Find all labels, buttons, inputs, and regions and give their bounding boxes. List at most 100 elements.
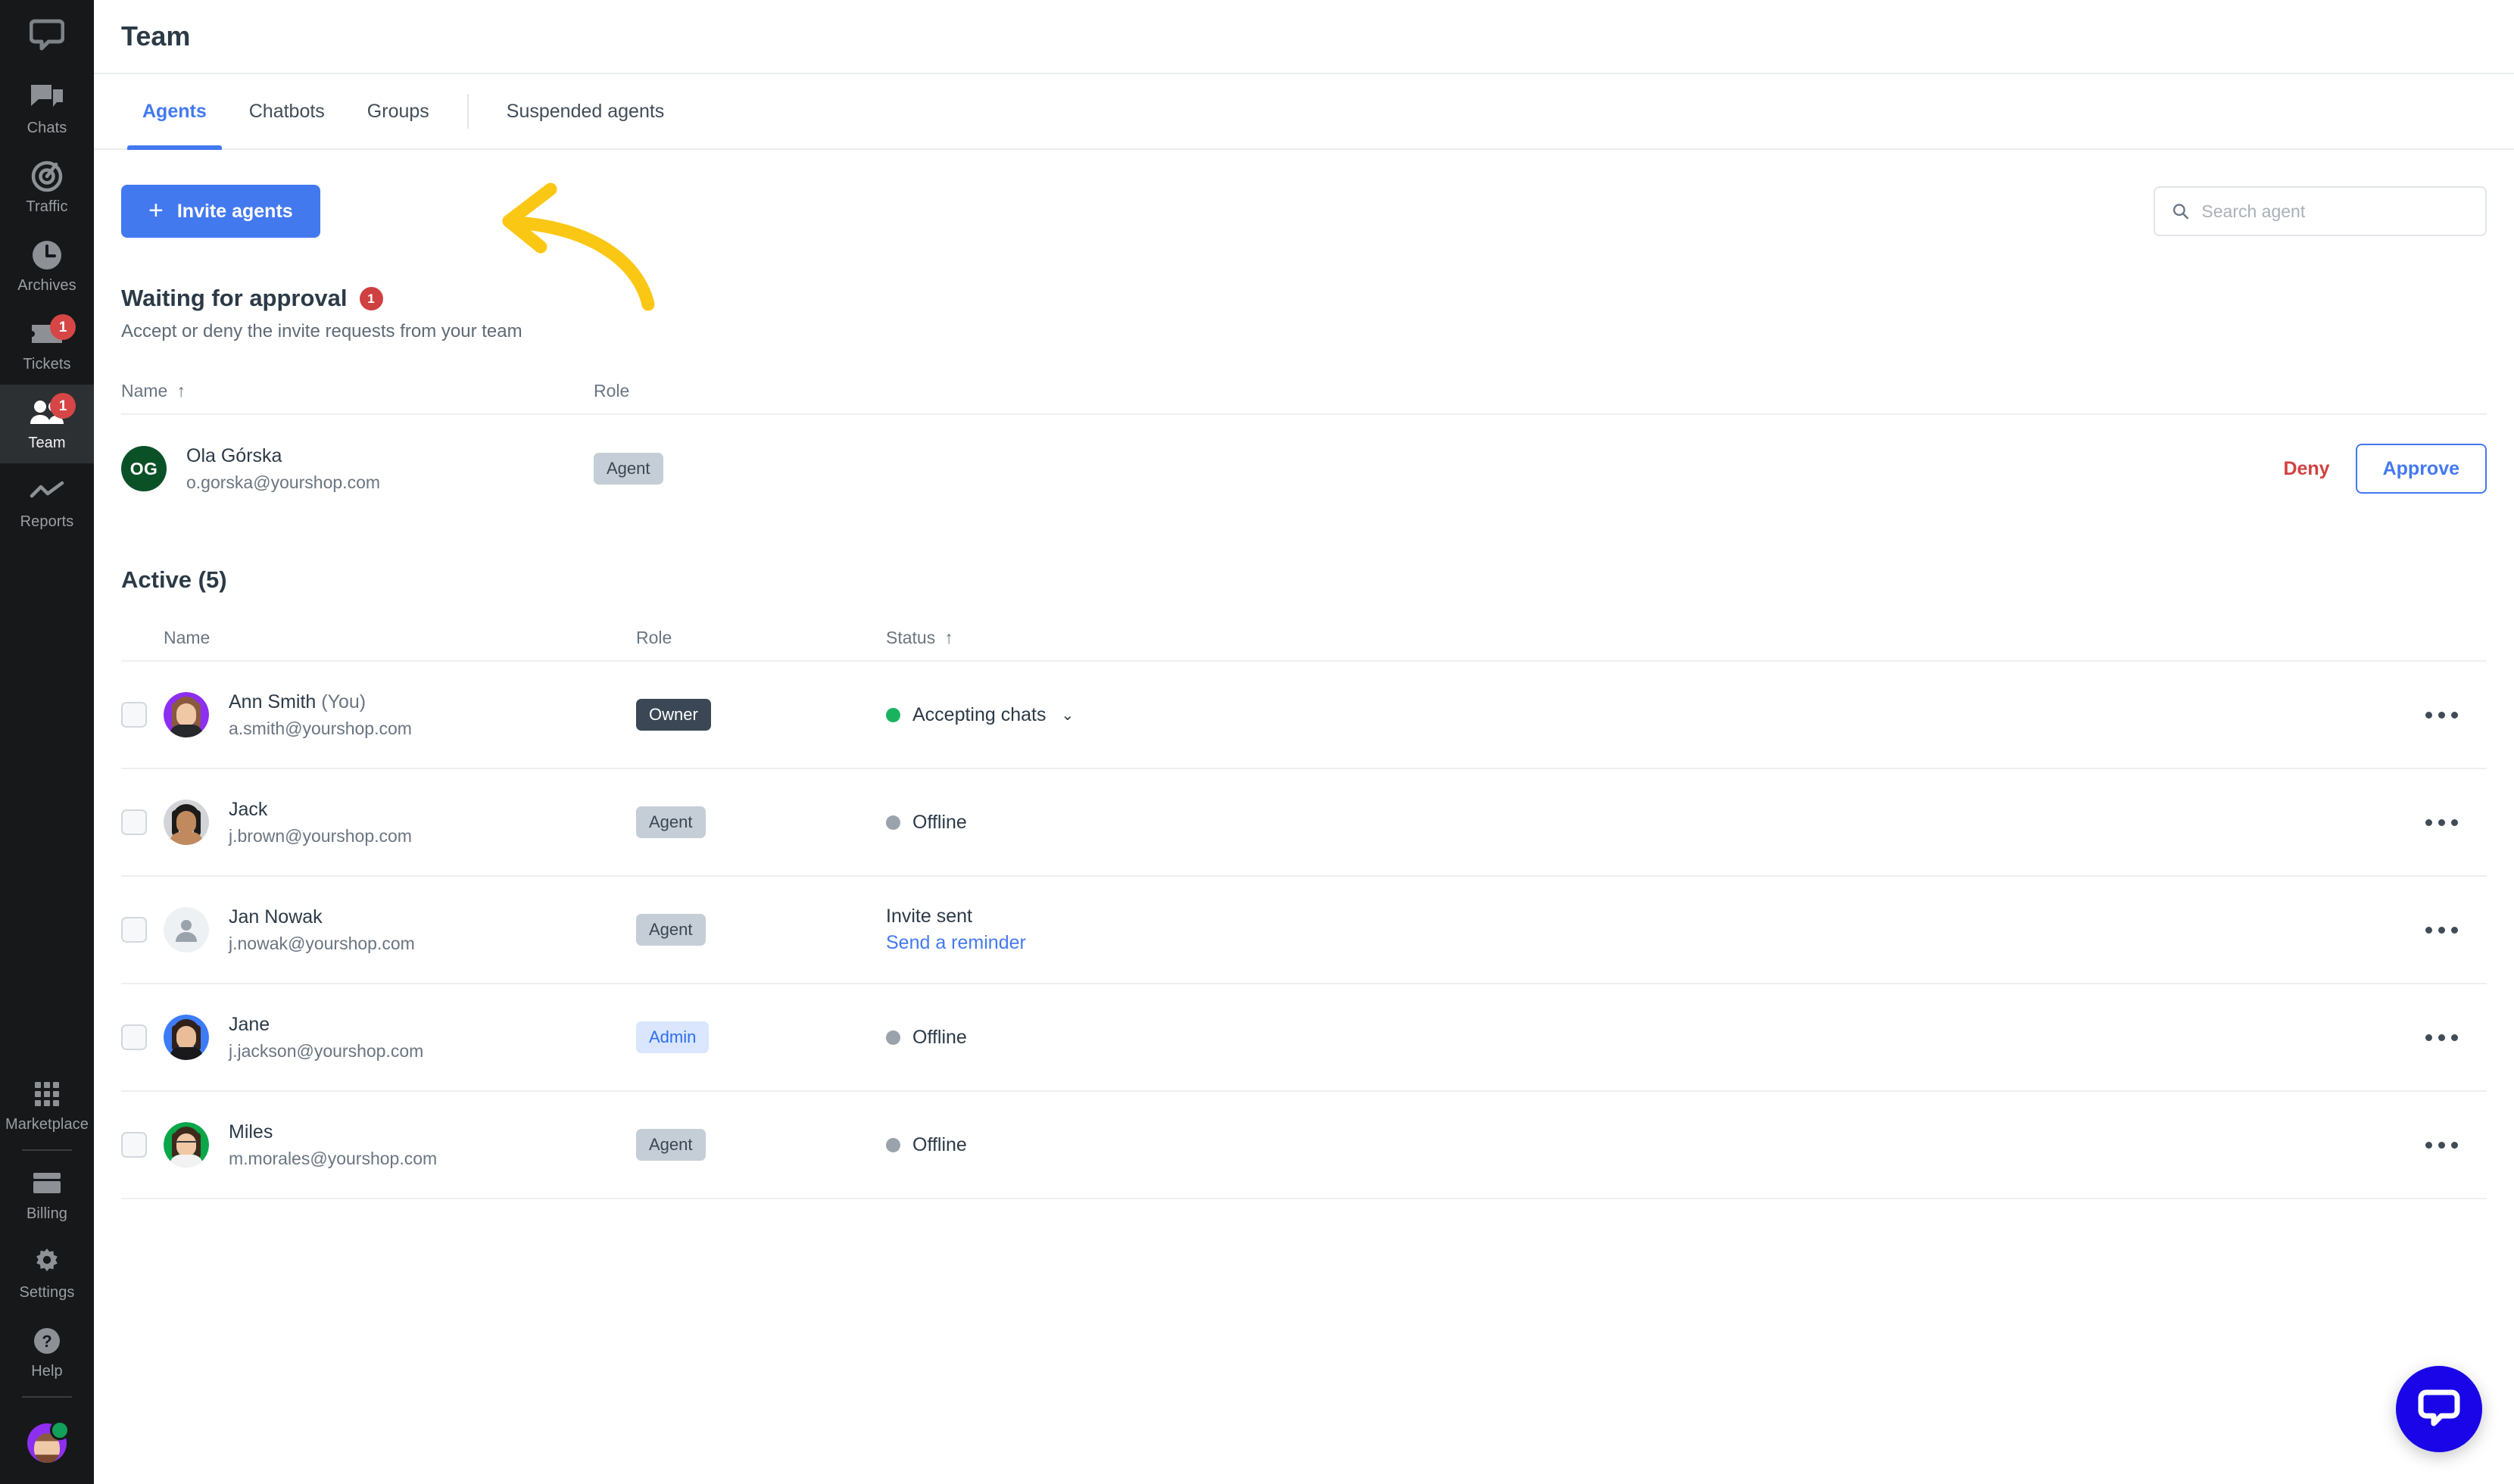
table-row: Jan Nowak j.nowak@yourshop.com Agent Inv… bbox=[121, 877, 2487, 984]
sidebar-item-label: Team bbox=[28, 435, 66, 451]
pending-col-name[interactable]: Name ↑ bbox=[121, 381, 186, 401]
agent-email: j.brown@yourshop.com bbox=[229, 825, 412, 846]
sidebar-item-reports[interactable]: Reports bbox=[0, 463, 94, 542]
row-checkbox[interactable] bbox=[121, 702, 147, 728]
sort-arrow-up-icon: ↑ bbox=[944, 627, 953, 647]
app-logo[interactable] bbox=[0, 0, 94, 70]
row-more-menu-button[interactable] bbox=[2415, 1131, 2469, 1159]
toolbar-row: + Invite agents bbox=[121, 150, 2487, 238]
pending-name-block: Ola Górska o.gorska@yourshop.com bbox=[186, 445, 380, 493]
tab-groups[interactable]: Groups bbox=[346, 74, 451, 148]
status-dropdown[interactable]: Accepting chats ⌄ bbox=[886, 704, 2396, 726]
pending-role-cell: Agent bbox=[594, 453, 844, 485]
main-area: Team Agents Chatbots Groups Suspended ag… bbox=[94, 0, 2514, 1484]
row-more-menu-button[interactable] bbox=[2415, 1024, 2469, 1052]
invite-agents-button[interactable]: + Invite agents bbox=[121, 185, 320, 238]
agent-name: Jack bbox=[229, 798, 268, 820]
archives-icon bbox=[29, 238, 65, 272]
pending-count-badge: 1 bbox=[359, 286, 383, 310]
agent-name: Jan Nowak bbox=[229, 906, 323, 928]
agent-name: Miles bbox=[229, 1121, 273, 1143]
sidebar-item-settings[interactable]: Settings bbox=[0, 1234, 94, 1313]
status-text-wrap: Offline bbox=[886, 1027, 2396, 1049]
row-checkbox[interactable] bbox=[121, 1024, 147, 1050]
avatar-placeholder bbox=[164, 907, 209, 952]
sidebar-user-avatar[interactable] bbox=[0, 1402, 94, 1484]
active-col-status[interactable]: Status ↑ bbox=[886, 628, 2396, 648]
sidebar-item-chats[interactable]: Chats bbox=[0, 70, 94, 148]
table-row: Jane j.jackson@yourshop.com Admin Offlin… bbox=[121, 984, 2487, 1092]
sidebar-item-team[interactable]: 1 Team bbox=[0, 385, 94, 463]
deny-button[interactable]: Deny bbox=[2266, 458, 2346, 480]
active-col-role-label: Role bbox=[636, 627, 672, 647]
avatar bbox=[164, 1122, 209, 1168]
sidebar-item-help[interactable]: ? Help bbox=[0, 1313, 94, 1392]
sidebar-item-tickets[interactable]: 1 Tickets bbox=[0, 306, 94, 385]
sidebar-item-traffic[interactable]: Traffic bbox=[0, 148, 94, 227]
status-dot-gray bbox=[886, 1030, 900, 1045]
row-checkbox[interactable] bbox=[121, 809, 147, 835]
glasses-icon bbox=[176, 1141, 197, 1147]
approve-button[interactable]: Approve bbox=[2355, 444, 2487, 494]
send-reminder-link[interactable]: Send a reminder bbox=[886, 932, 2396, 954]
team-icon: 1 bbox=[29, 393, 76, 429]
search-input[interactable] bbox=[2201, 201, 2469, 222]
pending-col-role: Role bbox=[594, 381, 844, 401]
status-online-dot bbox=[50, 1420, 70, 1440]
row-more-menu-button[interactable] bbox=[2415, 809, 2469, 837]
role-badge: Agent bbox=[636, 1129, 706, 1161]
table-row: Miles m.morales@yourshop.com Agent Offli… bbox=[121, 1092, 2487, 1199]
role-badge: Admin bbox=[636, 1021, 710, 1053]
pending-name: Ola Górska bbox=[186, 444, 282, 466]
active-col-name-label: Name bbox=[164, 627, 211, 647]
pending-table: Name ↑ Role OG Ola Górska o.gorska@yours… bbox=[121, 368, 2487, 522]
tab-chatbots[interactable]: Chatbots bbox=[228, 74, 346, 148]
row-checkbox[interactable] bbox=[121, 1132, 147, 1158]
chat-bubble-icon bbox=[2418, 1389, 2460, 1426]
sidebar-item-billing[interactable]: Billing bbox=[0, 1155, 94, 1234]
active-table-header: Name Role Status ↑ bbox=[121, 615, 2487, 662]
help-question-icon: ? bbox=[29, 1324, 65, 1358]
sidebar-item-label: Chats bbox=[27, 120, 67, 136]
person-icon bbox=[176, 920, 197, 942]
status-dot-gray bbox=[886, 815, 900, 830]
pending-col-role-label: Role bbox=[594, 380, 630, 401]
left-sidebar: Chats Traffic Archives 1 Tickets 1 Team … bbox=[0, 0, 94, 1484]
billing-icon bbox=[29, 1167, 65, 1200]
traffic-icon bbox=[29, 160, 65, 193]
avatar bbox=[164, 800, 209, 845]
agent-email: a.smith@yourshop.com bbox=[229, 718, 412, 738]
sidebar-item-marketplace[interactable]: Marketplace bbox=[0, 1066, 94, 1145]
active-col-name[interactable]: Name bbox=[164, 628, 636, 648]
page-header: Team bbox=[94, 0, 2514, 74]
status-text-wrap: Offline bbox=[886, 1134, 2396, 1156]
active-col-role[interactable]: Role bbox=[636, 628, 886, 648]
invite-agents-label: Invite agents bbox=[176, 200, 293, 222]
row-more-menu-button[interactable] bbox=[2415, 701, 2469, 729]
status-text: Offline bbox=[912, 811, 967, 833]
chats-icon bbox=[29, 81, 65, 114]
table-row: Jack j.brown@yourshop.com Agent Offline bbox=[121, 769, 2487, 877]
team-badge: 1 bbox=[50, 393, 76, 419]
sidebar-item-label: Reports bbox=[20, 513, 74, 530]
chat-launcher-button[interactable] bbox=[2396, 1366, 2482, 1452]
pending-actions: Deny Approve bbox=[2266, 444, 2487, 494]
row-checkbox[interactable] bbox=[121, 917, 147, 943]
sort-arrow-up-icon: ↑ bbox=[176, 380, 186, 401]
status-text-wrap: Invite sent bbox=[886, 906, 2396, 928]
avatar bbox=[164, 1015, 209, 1060]
sidebar-item-label: Archives bbox=[17, 277, 76, 294]
page-title: Team bbox=[121, 20, 191, 51]
tab-agents[interactable]: Agents bbox=[121, 74, 228, 150]
sidebar-item-archives[interactable]: Archives bbox=[0, 227, 94, 306]
tab-bar: Agents Chatbots Groups Suspended agents bbox=[94, 74, 2514, 150]
pending-col-name-label: Name bbox=[121, 380, 168, 401]
search-icon bbox=[2172, 204, 2188, 220]
tab-suspended-agents[interactable]: Suspended agents bbox=[485, 74, 686, 148]
status-dot-gray bbox=[886, 1137, 900, 1152]
row-more-menu-button[interactable] bbox=[2415, 916, 2469, 944]
content-area: + Invite agents Waiting for approval 1 A… bbox=[94, 150, 2514, 1199]
search-agent-box[interactable] bbox=[2154, 186, 2487, 236]
active-title: Active (5) bbox=[121, 566, 227, 593]
tickets-icon: 1 bbox=[29, 314, 76, 351]
